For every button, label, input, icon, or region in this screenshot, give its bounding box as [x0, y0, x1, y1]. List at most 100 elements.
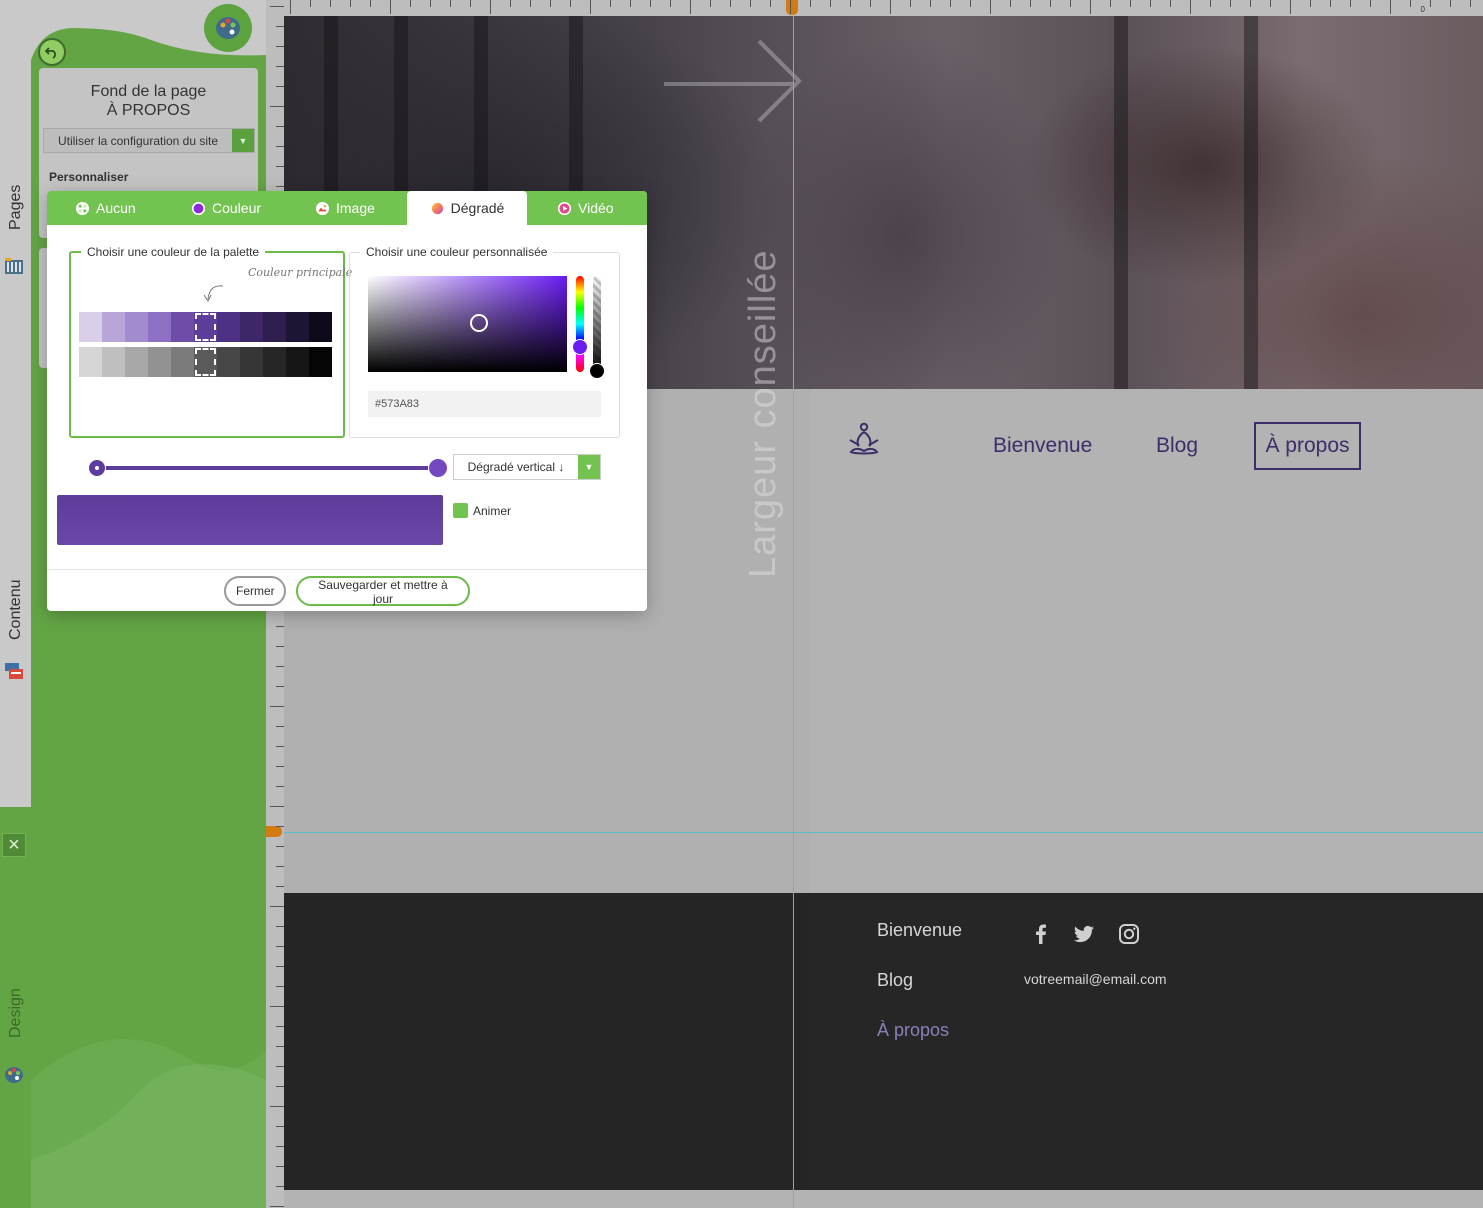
main-color-hint: Couleur principale [248, 266, 353, 279]
ruler-tick [276, 1086, 284, 1087]
hex-color-input[interactable] [368, 391, 601, 417]
tab-degrade[interactable]: Dégradé [407, 191, 527, 225]
ruler-tick [1290, 0, 1291, 14]
close-panel-button[interactable]: × [2, 833, 26, 857]
palette-swatch[interactable] [194, 312, 217, 342]
palette-swatch[interactable] [102, 347, 125, 377]
saturation-value-picker[interactable] [368, 276, 567, 372]
nav-link-bienvenue[interactable]: Bienvenue [993, 434, 1092, 458]
footer-link-a-propos[interactable]: À propos [877, 1020, 949, 1041]
palette-swatch[interactable] [171, 347, 194, 377]
gradient-track[interactable] [97, 466, 438, 470]
palette-swatch[interactable] [240, 347, 263, 377]
horizontal-ruler-marker[interactable] [786, 0, 798, 15]
palette-swatch[interactable] [79, 312, 102, 342]
ruler-tick [276, 886, 284, 887]
tab-pages[interactable]: Pages [0, 172, 31, 230]
ruler-tick [1070, 0, 1071, 7]
checkbox-box[interactable] [453, 503, 468, 518]
nav-link-blog[interactable]: Blog [1156, 434, 1198, 458]
content-icon[interactable] [3, 660, 25, 682]
ruler-tick [670, 0, 671, 7]
design-palette-icon[interactable] [3, 1064, 25, 1086]
palette-button[interactable] [204, 4, 252, 52]
palette-swatch[interactable] [125, 347, 148, 377]
ruler-tick [970, 0, 971, 7]
ruler-tick [290, 0, 291, 14]
palette-swatch[interactable] [217, 312, 240, 342]
meditation-logo-icon[interactable] [847, 422, 881, 456]
palette-swatch[interactable] [148, 312, 171, 342]
ruler-tick [276, 86, 284, 87]
pages-icon[interactable] [3, 256, 25, 278]
ruler-tick [470, 0, 471, 7]
gradient-direction-select[interactable]: Dégradé vertical ↓ ▼ [453, 454, 601, 480]
palette-swatch[interactable] [217, 347, 240, 377]
footer-email[interactable]: votreemail@email.com [1024, 971, 1167, 987]
palette-swatch[interactable] [263, 347, 286, 377]
palette-swatch[interactable] [286, 312, 309, 342]
instagram-icon[interactable] [1117, 922, 1141, 946]
personaliser-label: Personnaliser [49, 170, 129, 184]
ruler-tick [276, 1026, 284, 1027]
palette-swatch[interactable] [263, 312, 286, 342]
footer-link-bienvenue[interactable]: Bienvenue [877, 920, 962, 941]
sidebar-tab-strip: Pages Contenu × Design [0, 0, 31, 1208]
palette-swatch[interactable] [125, 312, 148, 342]
recommended-width-guide [793, 16, 794, 1208]
tab-image[interactable]: Image [315, 191, 415, 225]
gradient-stop-start[interactable] [88, 459, 106, 477]
animate-checkbox[interactable]: Animer [453, 503, 511, 518]
palette-swatch[interactable] [309, 312, 332, 342]
tab-contenu[interactable]: Contenu [0, 566, 31, 641]
opacity-handle[interactable] [589, 363, 605, 379]
hue-slider[interactable] [576, 276, 584, 372]
site-config-select[interactable]: Utiliser la configuration du site ▼ [43, 128, 255, 153]
close-button[interactable]: Fermer [224, 576, 286, 606]
palette-swatch[interactable] [148, 347, 171, 377]
ruler-tick [276, 786, 284, 787]
gradient-direction-value: Dégradé vertical ↓ [467, 460, 565, 474]
opacity-slider-overlay [593, 276, 601, 372]
ruler-tick [276, 826, 284, 827]
ruler-tick [790, 0, 791, 14]
ruler-tick [430, 0, 431, 7]
hero-shadow [1244, 16, 1258, 389]
twitter-icon[interactable] [1072, 922, 1096, 946]
palette-swatch[interactable] [286, 347, 309, 377]
hue-handle[interactable] [572, 339, 588, 355]
tab-couleur[interactable]: Couleur [191, 191, 301, 225]
vertical-ruler-marker[interactable] [266, 826, 282, 837]
tab-contenu-label: Contenu [6, 579, 24, 641]
ruler-tick [270, 6, 284, 7]
ruler-tick [276, 726, 284, 727]
ruler-tick [890, 0, 891, 14]
ruler-tick [1190, 0, 1191, 14]
ruler-tick [276, 186, 284, 187]
palette-swatch[interactable] [309, 347, 332, 377]
palette-swatch[interactable] [79, 347, 102, 377]
gradient-stop-end[interactable] [428, 458, 448, 478]
tab-aucun[interactable]: Aucun [75, 191, 175, 225]
footer-link-blog[interactable]: Blog [877, 970, 913, 991]
nav-link-a-propos[interactable]: À propos [1254, 422, 1361, 470]
save-update-button[interactable]: Sauvegarder et mettre à jour [296, 576, 470, 606]
palette-swatch[interactable] [171, 312, 194, 342]
palette-swatch[interactable] [102, 312, 125, 342]
ruler-tick [276, 966, 284, 967]
tab-image-label: Image [336, 200, 375, 216]
tab-aucun-label: Aucun [96, 200, 136, 216]
ruler-tick [276, 126, 284, 127]
undo-button[interactable] [38, 38, 66, 66]
palette-swatch[interactable] [240, 312, 263, 342]
arrow-right-icon [664, 39, 802, 123]
ruler-tick [1010, 0, 1011, 7]
tab-video[interactable]: Vidéo [557, 191, 647, 225]
undo-icon [45, 47, 56, 59]
tab-design[interactable]: Design [0, 978, 31, 1038]
ruler-tick [1030, 0, 1031, 7]
saturation-value-handle[interactable] [470, 314, 488, 332]
ruler-tick [990, 0, 991, 14]
facebook-icon[interactable] [1029, 922, 1053, 946]
palette-swatch[interactable] [194, 347, 217, 377]
